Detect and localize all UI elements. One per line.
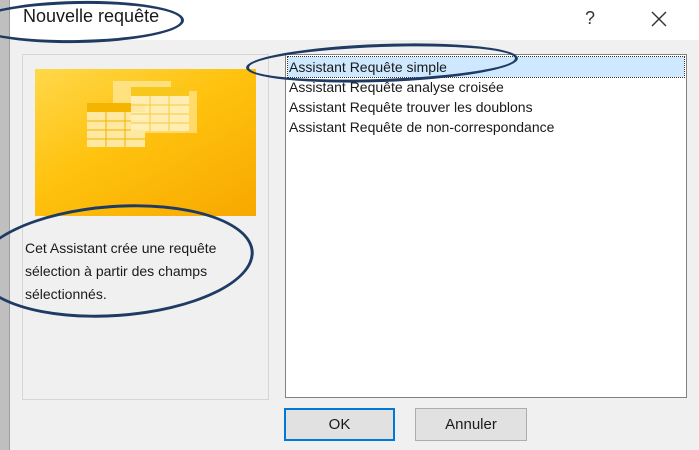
- list-item-find-unmatched-query[interactable]: Assistant Requête de non-correspondance: [288, 117, 684, 137]
- query-wizard-image: [35, 69, 256, 216]
- wizard-list[interactable]: Assistant Requête simple Assistant Requê…: [285, 54, 687, 398]
- cancel-button[interactable]: Annuler: [415, 408, 527, 441]
- dialog-title: Nouvelle requête: [23, 6, 160, 26]
- title-bar: Nouvelle requête ?: [10, 0, 699, 40]
- wizard-description: Cet Assistant crée une requête sélection…: [25, 240, 217, 302]
- list-item-simple-query[interactable]: Assistant Requête simple: [287, 56, 685, 78]
- preview-panel: Cet Assistant crée une requête sélection…: [22, 54, 269, 400]
- close-icon: [651, 11, 667, 27]
- close-button[interactable]: [643, 3, 675, 35]
- list-item-crosstab-query[interactable]: Assistant Requête analyse croisée: [288, 77, 684, 97]
- window-left-edge: [0, 0, 10, 450]
- help-button[interactable]: ?: [577, 4, 603, 32]
- list-item-find-duplicates-query[interactable]: Assistant Requête trouver les doublons: [288, 97, 684, 117]
- help-icon: ?: [584, 8, 595, 28]
- ok-button[interactable]: OK: [284, 408, 395, 441]
- dialog-body: Cet Assistant crée une requête sélection…: [10, 40, 699, 450]
- table-grid-icon: [87, 81, 197, 147]
